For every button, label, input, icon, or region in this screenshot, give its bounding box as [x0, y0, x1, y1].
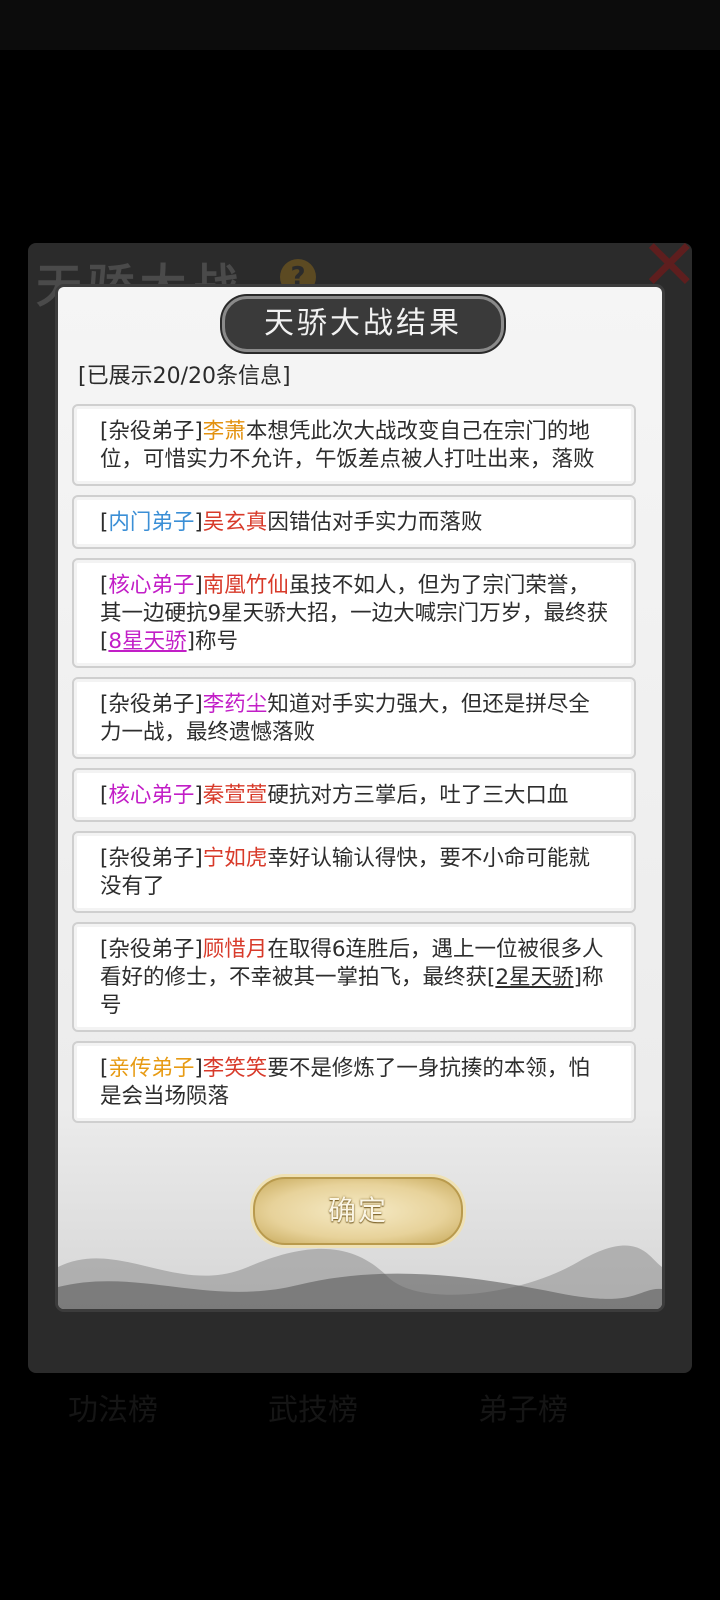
entry-name: 秦萱萱: [202, 783, 268, 808]
background-tab-2: 武技榜: [268, 1393, 358, 1428]
result-list[interactable]: [杂役弟子]李萧本想凭此次大战改变自己在宗门的地位，可惜实力不允许，午饭差点被人…: [72, 404, 644, 1156]
close-x-icon[interactable]: ✕: [640, 230, 699, 300]
result-entry: [内门弟子]吴玄真因错估对手实力而落败: [72, 495, 636, 549]
entry-rank: 杂役弟子: [108, 419, 195, 444]
entry-rank: 亲传弟子: [108, 1056, 195, 1081]
entry-suffix: 称号: [194, 629, 238, 654]
result-entry: [杂役弟子]宁如虎幸好认输认得快，要不小命可能就没有了: [72, 831, 636, 913]
result-entry: [亲传弟子]李笑笑要不是修炼了一身抗揍的本领，怕是会当场陨落: [72, 1041, 636, 1123]
entry-title-link[interactable]: 8星天骄: [108, 629, 186, 654]
info-count-label: [已展示20/20条信息]: [78, 364, 291, 389]
entry-rank: 核心弟子: [108, 783, 195, 808]
entry-rank: 核心弟子: [108, 573, 195, 598]
result-entry: [核心弟子]秦萱萱硬抗对方三掌后，吐了三大口血: [72, 768, 636, 822]
result-entry: [核心弟子]南凰竹仙虽技不如人，但为了宗门荣誉，其一边硬抗9星天骄大招，一边大喊…: [72, 558, 636, 668]
entry-text: 硬抗对方三掌后，吐了三大口血: [267, 783, 569, 808]
entry-rank: 杂役弟子: [108, 846, 195, 871]
entry-title-link[interactable]: 2星天骄: [495, 965, 573, 990]
entry-name: 李药尘: [202, 692, 268, 717]
entry-name: 李笑笑: [202, 1056, 268, 1081]
entry-name: 南凰竹仙: [202, 573, 289, 598]
battle-result-dialog: 天骄大战结果 [已展示20/20条信息] [杂役弟子]李萧本想凭此次大战改变自己…: [58, 287, 662, 1309]
confirm-button-label: 确定: [327, 1194, 388, 1227]
entry-rank: 杂役弟子: [108, 937, 195, 962]
dialog-title-plate: 天骄大战结果: [222, 296, 504, 352]
entry-rank: 杂役弟子: [108, 692, 195, 717]
entry-name: 顾惜月: [202, 937, 268, 962]
background-tab-1: 功法榜: [68, 1393, 158, 1428]
background-tab-3: 弟子榜: [478, 1393, 568, 1428]
entry-name: 李萧: [202, 419, 246, 444]
confirm-button[interactable]: 确定: [253, 1177, 463, 1245]
result-entry: [杂役弟子]李药尘知道对手实力强大，但还是拼尽全力一战，最终遗憾落败: [72, 677, 636, 759]
dialog-title: 天骄大战结果: [264, 306, 462, 341]
status-bar: [0, 0, 720, 50]
entry-rank: 内门弟子: [108, 510, 195, 535]
entry-name: 吴玄真: [202, 510, 268, 535]
entry-name: 宁如虎: [202, 846, 268, 871]
result-entry: [杂役弟子]顾惜月在取得6连胜后，遇上一位被很多人看好的修士，不幸被其一掌拍飞，…: [72, 922, 636, 1032]
entry-text: 因错估对手实力而落败: [267, 510, 483, 535]
result-entry: [杂役弟子]李萧本想凭此次大战改变自己在宗门的地位，可惜实力不允许，午饭差点被人…: [72, 404, 636, 486]
